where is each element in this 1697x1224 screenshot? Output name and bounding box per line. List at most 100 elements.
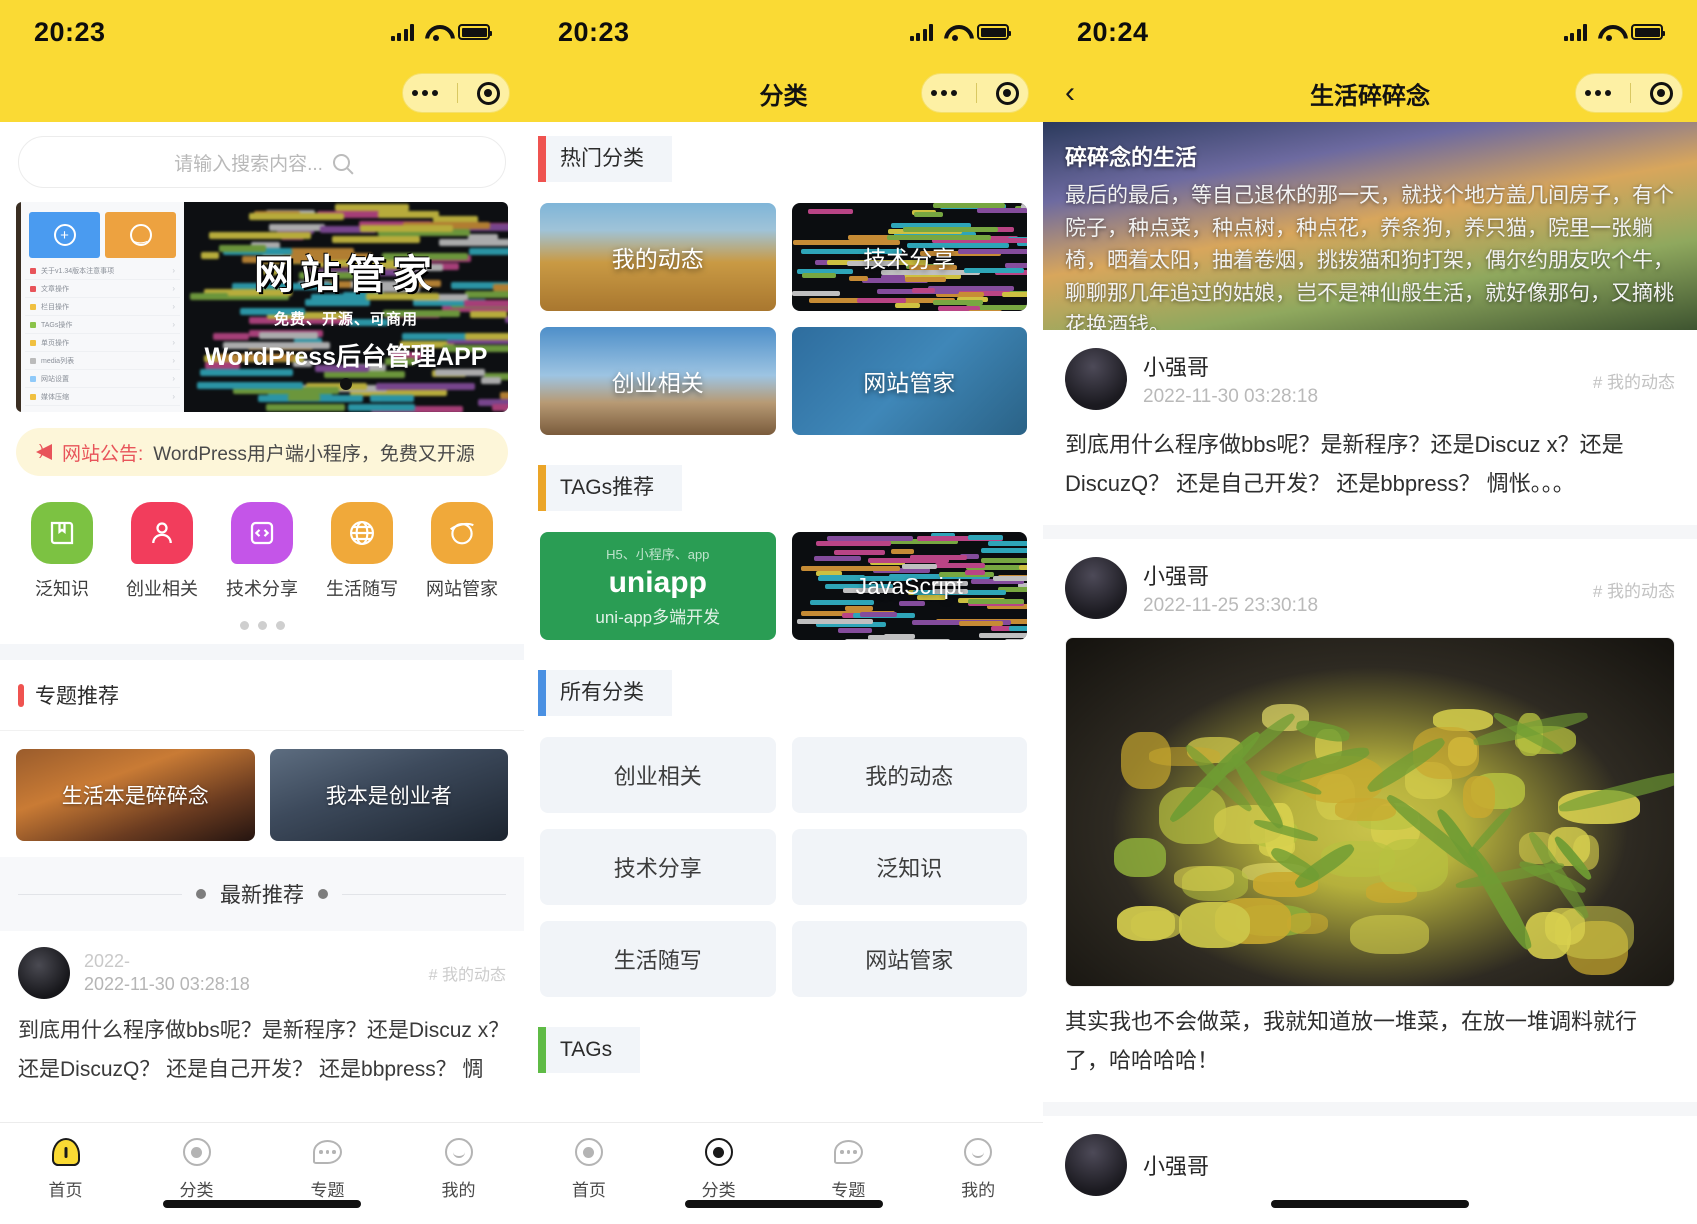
status-bar-1: 20:23: [0, 0, 524, 64]
close-target-icon[interactable]: [477, 82, 500, 105]
section-accent-bar: [538, 1027, 546, 1073]
tag-card-javascript[interactable]: JavaScript: [792, 532, 1028, 640]
section-accent-bar: [18, 684, 24, 707]
hero-banner[interactable]: + ‿ 关于v1.34版本注意事项 › 文章操作 › 栏目操作 › TAGs操作 › 单…: [16, 202, 508, 412]
more-icon[interactable]: [1585, 90, 1611, 96]
quick-icon-row: 泛知识 创业相关 技术分享 生活随写 网站管家: [0, 476, 524, 611]
quick-icon-fanzhishi[interactable]: 泛知识: [17, 502, 107, 601]
avatar: [1065, 348, 1127, 410]
status-bar-2: 20:23: [524, 0, 1043, 64]
quick-icon-label: 泛知识: [35, 575, 89, 601]
back-button[interactable]: ‹: [1057, 78, 1083, 108]
hot-card[interactable]: 创业相关: [540, 327, 776, 435]
section-title: TAGs推荐: [546, 465, 682, 511]
tab-category[interactable]: 分类: [131, 1135, 262, 1201]
section-gap: [0, 644, 524, 660]
post-author: 小强哥: [1143, 559, 1318, 591]
avatar: [18, 947, 70, 999]
quick-icon-shenghuo[interactable]: 生活随写: [317, 502, 407, 601]
post-header: 小强哥 2022-11-30 03:28:18 # 我的动态: [1065, 348, 1675, 410]
announcement-label: 网站公告:: [62, 439, 143, 466]
tab-home[interactable]: 首页: [0, 1135, 131, 1201]
all-category-grid: 创业相关 我的动态 技术分享 泛知识 生活随写 网站管家: [524, 721, 1043, 1013]
hot-card[interactable]: 我的动态: [540, 203, 776, 311]
banner-row: 媒体压缩 ›: [25, 388, 180, 406]
category-chip[interactable]: 创业相关: [540, 737, 776, 813]
section-header-all: 所有分类: [538, 670, 672, 716]
post-tag[interactable]: # 我的动态: [1593, 577, 1675, 602]
tab-topic[interactable]: 专题: [262, 1135, 393, 1201]
wechat-capsule-2[interactable]: [921, 73, 1029, 113]
post-tag[interactable]: # 我的动态: [429, 961, 506, 985]
smile-icon: [961, 1135, 995, 1169]
post-body: 其实我也不会做菜，我就知道放一堆菜，在放一堆调料就行了，哈哈哈哈！: [1065, 987, 1675, 1080]
banner-row-label: 文章操作: [41, 284, 69, 294]
wifi-icon: [425, 24, 447, 40]
hot-card-label: 网站管家: [863, 364, 955, 398]
banner-row: 栏目操作 ›: [25, 298, 180, 316]
tab-label: 分类: [180, 1176, 214, 1201]
circle-icon: [572, 1135, 606, 1169]
tag-card-uniapp[interactable]: H5、小程序、app uniapp uni-app多端开发: [540, 532, 776, 640]
tab-home[interactable]: 首页: [524, 1135, 654, 1201]
topic-hero-desc: 最后的最后，等自己退休的那一天，就找个地方盖几间房子，有个院子，种点菜，种点树，…: [1065, 180, 1675, 330]
section-header-hot: 热门分类: [538, 136, 672, 182]
post-image[interactable]: [1065, 637, 1675, 987]
section-accent-bar: [538, 670, 546, 716]
tab-topic[interactable]: 专题: [784, 1135, 914, 1201]
category-chip[interactable]: 泛知识: [792, 829, 1028, 905]
category-chip[interactable]: 网站管家: [792, 921, 1028, 997]
status-time: 20:23: [558, 17, 630, 48]
screen-category: 20:23 分类 热门分类 我的动态 技术分享 创业相关 网站管家 TAGs推荐…: [524, 0, 1043, 1224]
search-input[interactable]: 请输入搜索内容...: [18, 136, 506, 188]
post-meta: 小强哥 2022-11-25 23:30:18: [1143, 559, 1318, 617]
more-icon[interactable]: [412, 90, 438, 96]
post-item[interactable]: 小强哥 2022-11-25 23:30:18 # 我的动态 其实我也不会做菜，…: [1043, 539, 1697, 1102]
battery-icon: [1631, 24, 1663, 40]
hot-card[interactable]: 网站管家: [792, 327, 1028, 435]
tab-mine[interactable]: 我的: [913, 1135, 1043, 1201]
announcement-bar[interactable]: 网站公告: WordPress用户端小程序，免费又开源: [16, 428, 508, 476]
carousel-dots[interactable]: [0, 611, 524, 644]
category-chip[interactable]: 生活随写: [540, 921, 776, 997]
wechat-capsule-1[interactable]: [402, 73, 510, 113]
quick-icon-label: 生活随写: [326, 575, 398, 601]
nav-bar-2: 分类: [524, 64, 1043, 122]
wechat-capsule-3[interactable]: [1575, 73, 1683, 113]
quick-icon-wangzhan[interactable]: 网站管家: [417, 502, 507, 601]
post-meta: 2022- 2022-11-30 03:28:18: [84, 951, 250, 995]
hot-card-label: 技术分享: [863, 240, 955, 274]
hot-card[interactable]: 技术分享: [792, 203, 1028, 311]
capsule-divider: [976, 83, 977, 103]
banner-tile-new: +: [29, 212, 100, 258]
avatar: [1065, 557, 1127, 619]
search-placeholder: 请输入搜索内容...: [174, 149, 323, 176]
close-target-icon[interactable]: [996, 82, 1019, 105]
banner-row: 单页操作 ›: [25, 334, 180, 352]
close-target-icon[interactable]: [1650, 82, 1673, 105]
circle-icon: [180, 1135, 214, 1169]
more-icon[interactable]: [931, 90, 957, 96]
topic-card[interactable]: 我本是创业者: [270, 749, 509, 841]
post-tag[interactable]: # 我的动态: [1593, 368, 1675, 393]
tab-category[interactable]: 分类: [654, 1135, 784, 1201]
topic-card[interactable]: 生活本是碎碎念: [16, 749, 255, 841]
latest-divider: 最新推荐: [0, 857, 524, 931]
avatar: [1065, 1134, 1127, 1196]
status-time: 20:24: [1077, 17, 1149, 48]
category-chip[interactable]: 我的动态: [792, 737, 1028, 813]
post-item[interactable]: 小强哥 2022-11-30 03:28:18 # 我的动态 到底用什么程序做b…: [1043, 330, 1697, 525]
section-accent-bar: [538, 136, 546, 182]
quick-icon-chuangye[interactable]: 创业相关: [117, 502, 207, 601]
search-icon: [333, 154, 350, 171]
post-item[interactable]: 2022- 2022-11-30 03:28:18 # 我的动态 到底用什么程序…: [0, 931, 524, 1089]
code-icon: [231, 502, 293, 564]
nav-bar-3: ‹ 生活碎碎念: [1043, 64, 1697, 122]
topic-label: 生活本是碎碎念: [62, 780, 209, 810]
tab-mine[interactable]: 我的: [393, 1135, 524, 1201]
quick-icon-jishu[interactable]: 技术分享: [217, 502, 307, 601]
post-meta: 小强哥: [1143, 1149, 1209, 1181]
topic-hero: 碎碎念的生活 最后的最后，等自己退休的那一天，就找个地方盖几间房子，有个院子，种…: [1043, 122, 1697, 330]
category-chip[interactable]: 技术分享: [540, 829, 776, 905]
capsule-divider: [1630, 83, 1631, 103]
